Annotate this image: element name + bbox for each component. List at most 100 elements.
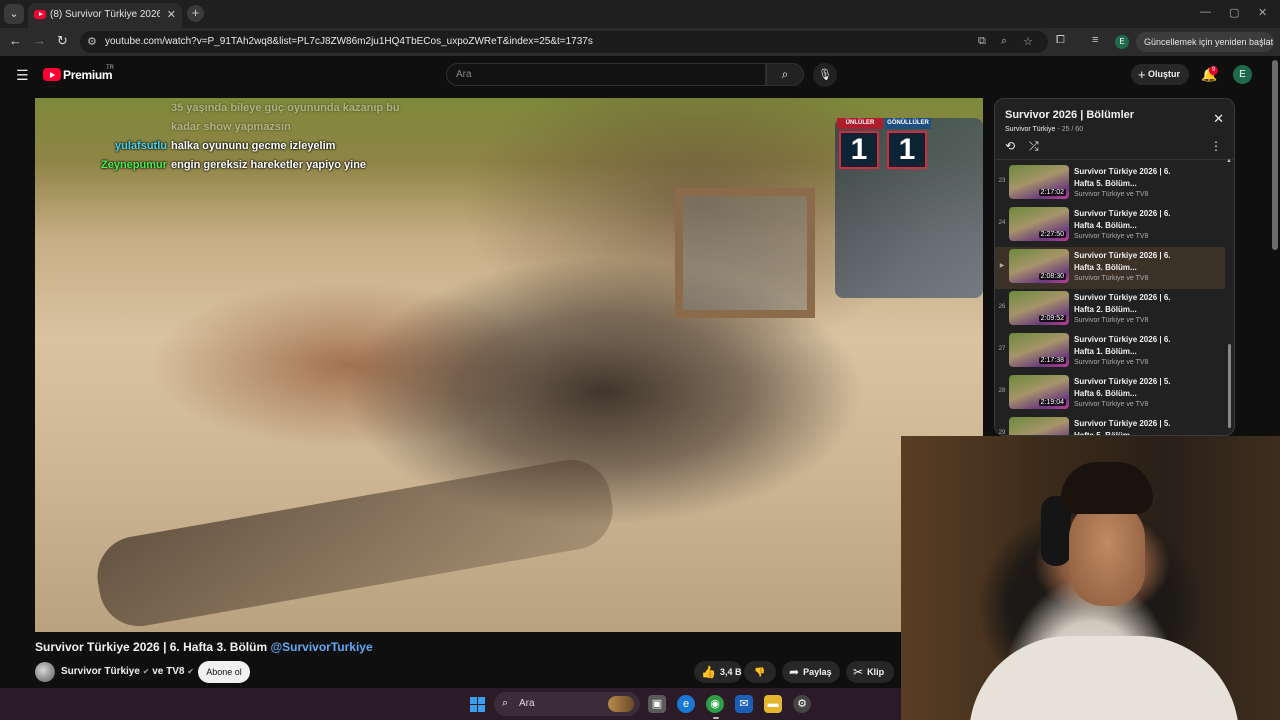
channel-mention-link[interactable]: @SurvivorTurkiye (270, 640, 372, 654)
like-button[interactable]: 👍 3,4 B (694, 661, 742, 683)
dislike-button[interactable]: 👎 (744, 661, 776, 683)
media-control-icon[interactable]: ≡ (1092, 34, 1098, 46)
playlist-item-current[interactable]: ▶ 2:08:30 Survivor Türkiye 2026 | 6. Haf… (995, 247, 1225, 289)
new-tab-button[interactable]: + (187, 5, 204, 22)
channel-avatar[interactable] (35, 662, 55, 682)
playlist-item[interactable]: 27 2:17:38 Survivor Türkiye 2026 | 6. Ha… (995, 331, 1225, 373)
extensions-icon[interactable]: ⧠ (1056, 34, 1065, 47)
search-input[interactable]: Ara (446, 63, 766, 86)
playlist-item-index: 27 (998, 346, 1006, 352)
file-explorer-icon[interactable]: ▬ (764, 695, 782, 713)
playlist-item-channel: Survivor Türkiye ve TV8 (1074, 191, 1149, 198)
playlist-item-index: 24 (998, 220, 1006, 226)
task-view-icon[interactable]: ▣ (648, 695, 666, 713)
site-info-icon[interactable]: ⚙ (87, 35, 97, 48)
scoreboard: ÜNLÜLER GÖNÜLLÜLER 1 1 (835, 118, 935, 174)
chat-message: halka oyununu gecme izleyelim (171, 140, 336, 152)
url-text[interactable]: youtube.com/watch?v=P_91TAh2wq8&list=PL7… (105, 36, 593, 47)
webcam-overlay (901, 436, 1280, 720)
youtube-brand[interactable]: Premium (63, 68, 113, 82)
browser-menu-icon[interactable]: ⋮ (1257, 32, 1266, 52)
playlist-scrollbar[interactable] (1228, 344, 1231, 428)
update-restart-button[interactable]: Güncellemek için yeniden başlat ⋮ (1136, 32, 1274, 52)
chat-message: kadar show yapmazsın (171, 121, 291, 133)
verified-icon: ✔ (142, 667, 150, 676)
edge-icon[interactable]: e (677, 695, 695, 713)
more-options-icon[interactable]: ⋮ (1210, 139, 1222, 153)
playlist-thumbnail (1009, 417, 1069, 435)
like-count: 3,4 B (719, 667, 742, 677)
playlist-item[interactable]: 26 2:09:52 Survivor Türkiye 2026 | 6. Ha… (995, 289, 1225, 331)
voice-search-button[interactable]: 🎙 (813, 63, 837, 87)
playlist-item-channel: Survivor Türkiye ve TV8 (1074, 275, 1149, 282)
browser-tab-active[interactable]: (8) Survivor Türkiye 2026 | 6. Hafta 3. … (28, 3, 182, 28)
verified-icon: ✔ (187, 667, 194, 676)
scoreboard-left-score: 1 (839, 131, 879, 169)
video-frame-crate (675, 188, 815, 318)
collab-channel-name[interactable]: TV8 (166, 666, 184, 677)
playlist-item-channel: Survivor Türkiye ve TV8 (1074, 359, 1149, 366)
shuffle-icon[interactable]: ⤮ (1029, 139, 1039, 154)
chat-username: yulafsutlu (115, 140, 167, 152)
playlist-item[interactable]: 23 2:17:02 Survivor Türkiye 2026 | 6. Ha… (995, 163, 1225, 205)
zoom-icon[interactable]: ⌕ (1001, 35, 1007, 48)
playlist-item[interactable]: 29 Survivor Türkiye 2026 | 5. Hafta 5. B… (995, 415, 1225, 436)
mic-icon: 🎙 (818, 69, 832, 81)
chrome-icon[interactable]: ◉ (706, 695, 724, 713)
maximize-icon[interactable]: ▢ (1229, 6, 1239, 19)
clip-label: Klip (867, 667, 885, 677)
browser-profile-avatar[interactable]: E (1115, 35, 1129, 49)
duration-badge: 2:19:04 (1038, 399, 1066, 406)
video-player[interactable]: ÜNLÜLER GÖNÜLLÜLER 1 1 35 yaşında bileye… (35, 98, 983, 632)
playlist-thumbnail: 2:17:38 (1009, 333, 1069, 367)
webcam-person-hair (1061, 462, 1153, 514)
channel-name[interactable]: Survivor Türkiye (61, 666, 140, 677)
bookmark-star-icon[interactable]: ☆ (1023, 35, 1033, 48)
windows-taskbar: ⌕ Ara ▣ e ◉ ✉ ▬ ⚙ (0, 688, 901, 720)
playlist-thumbnail: 2:19:04 (1009, 375, 1069, 409)
chat-line: yulafsutlu halka oyununu gecme izleyelim (97, 140, 437, 159)
create-button[interactable]: + Oluştur (1131, 64, 1189, 85)
close-window-icon[interactable]: ✕ (1258, 6, 1267, 19)
clip-button[interactable]: ✂ Klip (846, 661, 894, 683)
menu-icon[interactable]: ☰ (16, 67, 29, 84)
playlist-item-index: 23 (998, 178, 1006, 184)
subscribe-button[interactable]: Abone ol (198, 661, 250, 683)
search-button[interactable]: ⌕ (766, 63, 804, 86)
forward-icon[interactable]: → (33, 33, 46, 48)
playlist-item[interactable]: 28 2:19:04 Survivor Türkiye 2026 | 5. Ha… (995, 373, 1225, 415)
playlist-thumbnail: 2:09:52 (1009, 291, 1069, 325)
playlist-item-channel: Survivor Türkiye ve TV8 (1074, 233, 1149, 240)
scoreboard-left-team: ÜNLÜLER (837, 118, 883, 129)
create-label: Oluştur (1147, 69, 1180, 79)
tab-close-icon[interactable]: ✕ (167, 8, 176, 21)
youtube-favicon-icon (34, 10, 46, 19)
playlist-item-channel: Survivor Türkiye ve TV8 (1074, 317, 1149, 324)
share-button[interactable]: ➦ Paylaş (782, 661, 840, 683)
playlist-channel[interactable]: Survivor Türkiye (1005, 126, 1055, 133)
cast-icon[interactable]: ⧉ (978, 35, 986, 48)
tab-search-button[interactable]: ⌄ (4, 4, 24, 24)
back-icon[interactable]: ← (9, 33, 22, 48)
steam-icon[interactable]: ⚙ (793, 695, 811, 713)
mail-icon[interactable]: ✉ (735, 695, 753, 713)
playlist-item-title: Survivor Türkiye 2026 | 6. Hafta 1. Bölü… (1074, 335, 1171, 356)
windows-start-icon[interactable] (470, 697, 485, 712)
playlist-item-title: Survivor Türkiye 2026 | 5. Hafta 5. Bölü… (1074, 419, 1171, 436)
address-bar[interactable]: ⚙ youtube.com/watch?v=P_91TAh2wq8&list=P… (80, 31, 1048, 53)
thumbs-up-icon: 👍 (701, 665, 716, 679)
page-scrollbar[interactable] (1272, 60, 1278, 250)
minimize-icon[interactable]: — (1200, 6, 1211, 18)
playlist-title[interactable]: Survivor 2026 | Bölümler (1005, 109, 1134, 121)
close-icon[interactable]: ✕ (1213, 111, 1224, 127)
duration-badge: 2:08:30 (1038, 273, 1066, 280)
taskbar-search[interactable]: ⌕ Ara (494, 692, 640, 716)
active-app-indicator (713, 717, 719, 719)
playlist-item[interactable]: 24 2:27:50 Survivor Türkiye 2026 | 6. Ha… (995, 205, 1225, 247)
user-avatar[interactable]: E (1233, 65, 1252, 84)
loop-icon[interactable]: ⟲ (1005, 139, 1015, 153)
share-icon: ➦ (789, 665, 800, 679)
reload-icon[interactable]: ↻ (57, 33, 68, 49)
youtube-logo-icon[interactable] (43, 68, 61, 81)
playlist-subtitle: Survivor Türkiye - 25 / 60 (1005, 126, 1084, 133)
